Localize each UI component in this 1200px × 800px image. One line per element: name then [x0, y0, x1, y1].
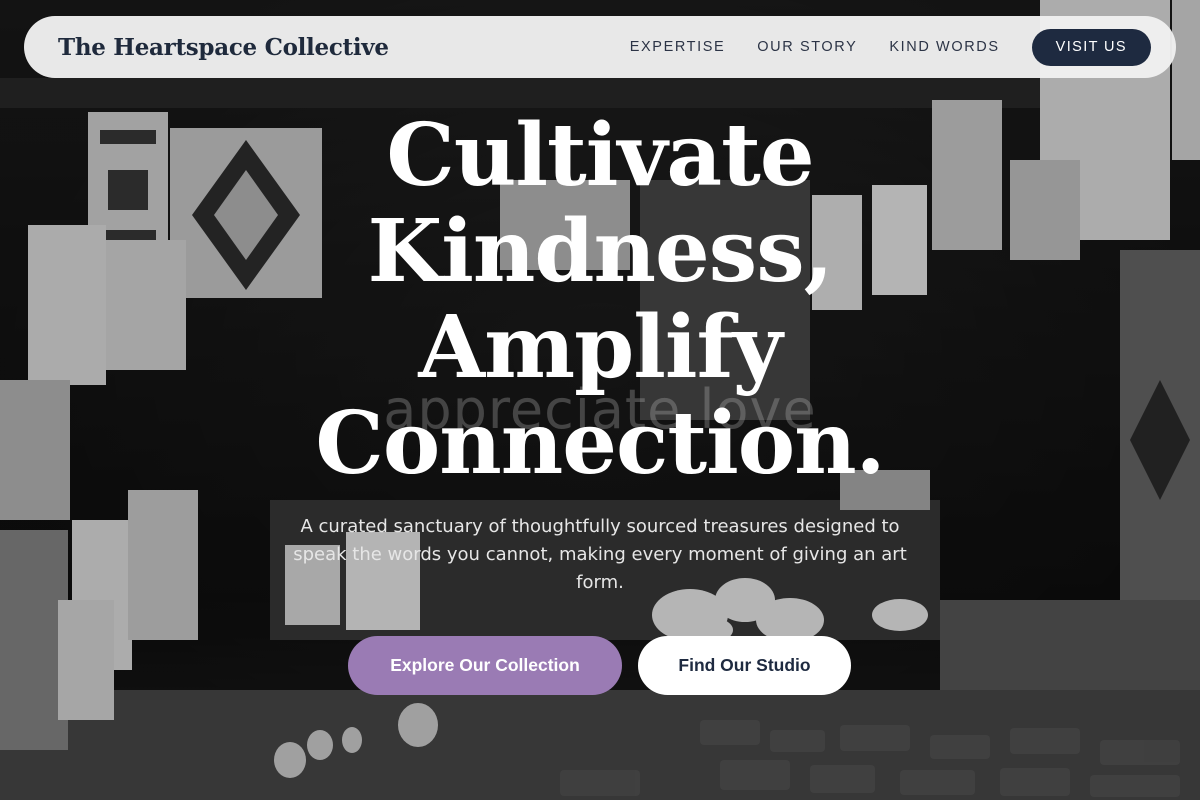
explore-collection-button[interactable]: Explore Our Collection	[348, 636, 622, 695]
nav-link-expertise[interactable]: EXPERTISE	[630, 39, 726, 55]
headline-line-2: Kindness,	[367, 201, 833, 302]
navigation-bar: The Heartspace Collective EXPERTISE OUR …	[24, 16, 1176, 78]
hero-subtitle: A curated sanctuary of thoughtfully sour…	[293, 516, 907, 593]
headline-line-3: Amplify	[418, 297, 782, 398]
hero-headline: Cultivate Kindness, Amplify Connection.	[0, 108, 1200, 492]
visit-us-button[interactable]: VISIT US	[1031, 28, 1151, 66]
headline-line-4: Connection.	[315, 393, 885, 494]
brand-logo[interactable]: The Heartspace Collective	[58, 34, 389, 61]
nav-link-our-story[interactable]: OUR STORY	[757, 39, 857, 55]
find-studio-button[interactable]: Find Our Studio	[638, 636, 851, 695]
headline-line-1: Cultivate	[386, 105, 814, 206]
nav-links: EXPERTISE OUR STORY KIND WORDS VISIT US	[630, 28, 1151, 66]
nav-link-kind-words[interactable]: KIND WORDS	[889, 39, 999, 55]
